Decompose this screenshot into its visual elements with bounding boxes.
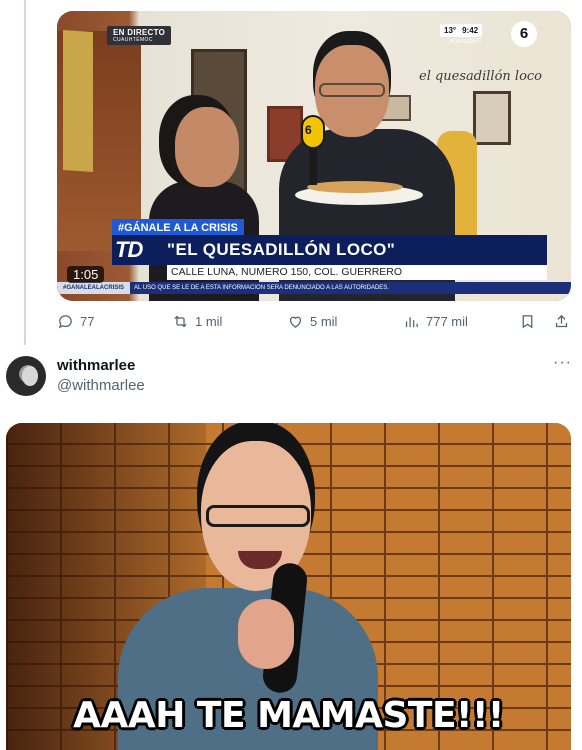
share-button[interactable] (553, 313, 570, 330)
ticker-text: AL USO QUE SE LE DE A ESTA INFORMACION S… (134, 285, 389, 291)
meme-comedian-hand (238, 599, 294, 669)
meme-comedian-glasses (206, 505, 310, 527)
share-icon (555, 314, 568, 328)
live-badge-location: CUAUHTÉMOC (113, 37, 153, 43)
temperature: 13° (444, 26, 457, 35)
heart-icon (289, 316, 302, 328)
news-ticker: #GANALEALACRISIS AL USO QUE SE LE DE A ES… (57, 282, 571, 294)
video-scene-frame (473, 91, 511, 145)
video-wall-sign: el quesadillón loco (419, 69, 543, 84)
video-player[interactable]: el quesadillón loco 6 EN DIRECTO CUAUHTÉ… (57, 11, 571, 301)
video-duration: 1:05 (67, 266, 105, 283)
views-button[interactable]: 777 mil (403, 313, 468, 330)
thread-connector-line (24, 0, 26, 345)
reply-handle[interactable]: @withmarlee (57, 377, 145, 394)
reply-icon (58, 315, 72, 329)
live-badge-title: EN DIRECTO (113, 28, 166, 37)
weather-clock: 13° 9:42 (440, 24, 483, 37)
tweet-action-bar: 77 1 mil 5 mil 777 mil (57, 313, 571, 333)
views-chart-icon (405, 317, 418, 328)
video-scene-woman-head (175, 107, 239, 187)
corner-hashtag: #CercaDeTi (449, 39, 481, 45)
avatar[interactable] (6, 356, 46, 396)
repost-icon (174, 315, 187, 328)
reply-image[interactable]: AAAH TE MAMASTE!!! (6, 423, 571, 750)
video-scene-poster (63, 29, 93, 173)
bookmark-icon (522, 315, 533, 329)
reply-display-name[interactable]: withmarlee (57, 357, 135, 374)
broadcast-time: 9:42 (462, 26, 479, 35)
channel-logo: 6 (511, 21, 537, 47)
like-button[interactable]: 5 mil (287, 313, 337, 330)
reply-button[interactable]: 77 (57, 313, 94, 330)
repost-button[interactable]: 1 mil (172, 313, 222, 330)
like-count: 5 mil (310, 314, 338, 329)
avatar-photo (22, 366, 38, 386)
video-scene-mic-handle (309, 145, 317, 185)
ticker-hashtag: #GANALEALACRISIS (57, 282, 131, 294)
show-logo: TD (115, 237, 143, 262)
lower-third-title: "EL QUESADILLÓN LOCO" (167, 240, 396, 259)
live-badge: EN DIRECTO CUAUHTÉMOC (107, 26, 172, 45)
more-options-icon[interactable]: ··· (553, 354, 572, 372)
reply-count: 77 (80, 314, 95, 329)
repost-count: 1 mil (195, 314, 223, 329)
meme-caption: AAAH TE MAMASTE!!! (73, 695, 504, 736)
microphone-logo: 6 (305, 123, 312, 137)
video-scene-quesadilla (307, 181, 403, 193)
bookmark-button[interactable] (519, 313, 536, 330)
lower-third-address: CALLE LUNA, NUMERO 150, COL. GUERRERO (167, 265, 547, 280)
video-scene-glasses (319, 83, 385, 97)
views-count: 777 mil (426, 314, 468, 329)
